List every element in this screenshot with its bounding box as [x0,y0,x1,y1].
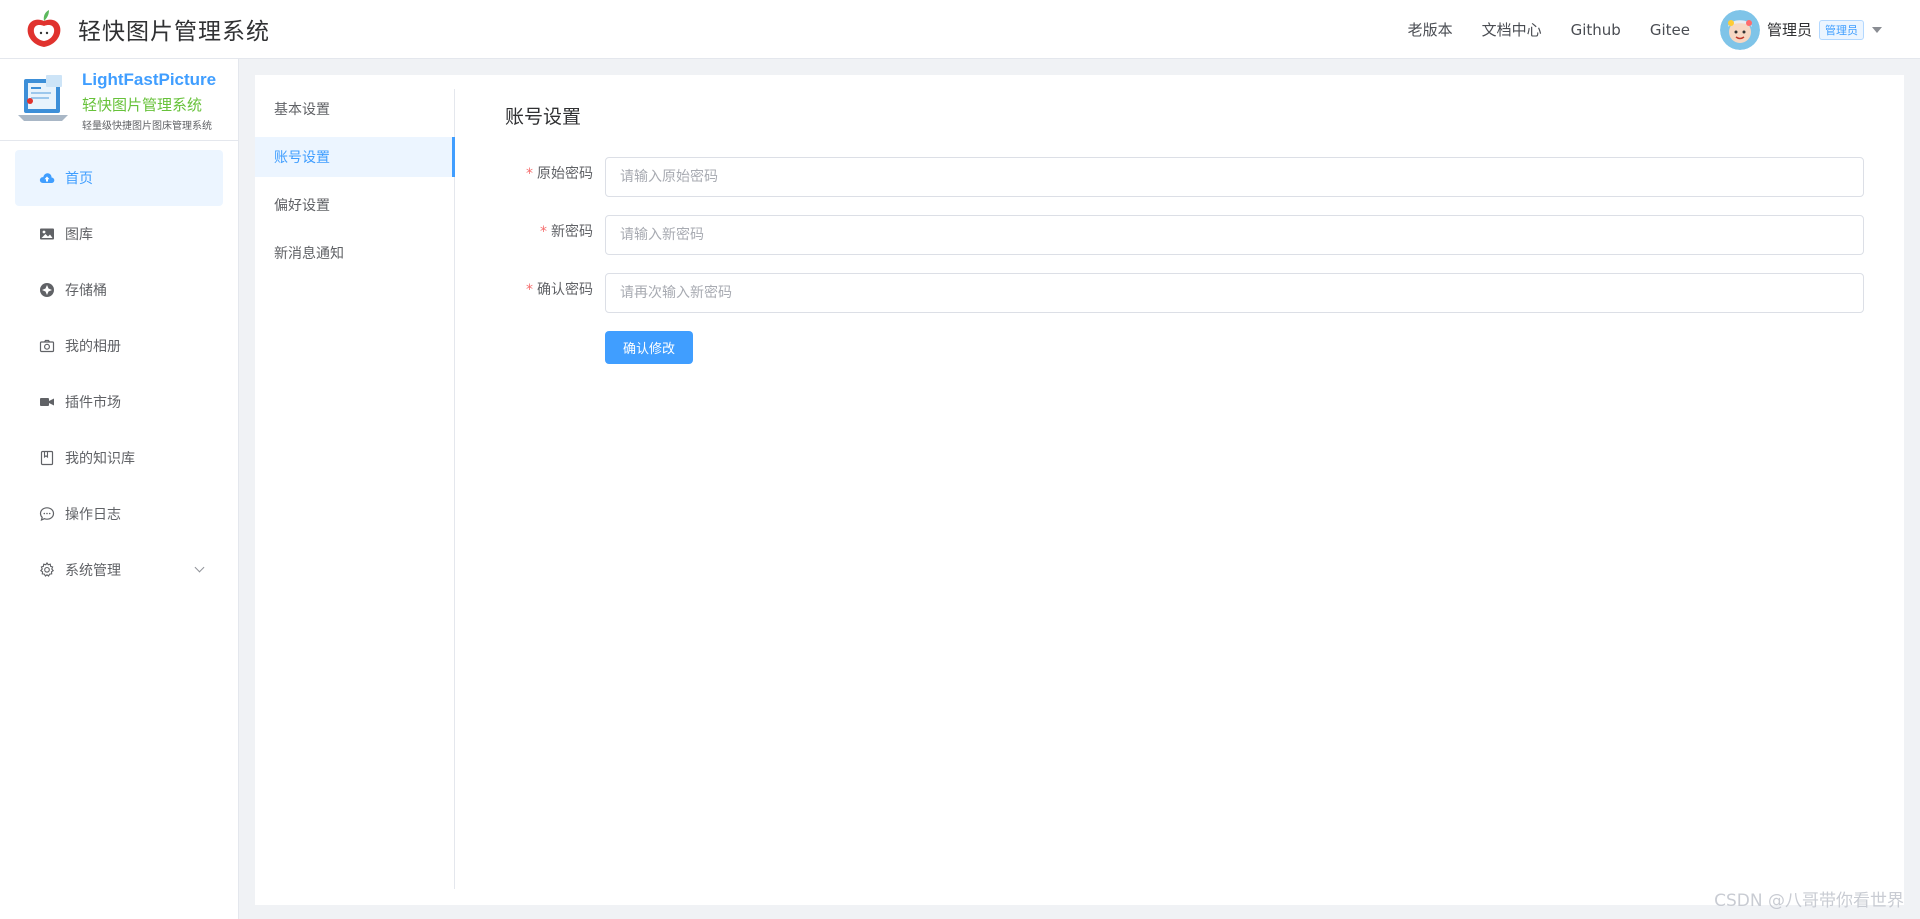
sidebar-item-system[interactable]: 系统管理 [15,542,223,598]
bucket-icon [38,282,55,299]
sidebar-item-album[interactable]: 我的相册 [15,318,223,374]
field-label: 新密码 [551,224,593,240]
tab-preference-settings[interactable]: 偏好设置 [255,185,454,225]
sidebar-item-label: 插件市场 [65,395,121,411]
watermark: CSDN @八哥带你看世界 [1714,891,1904,911]
avatar[interactable] [1719,9,1760,50]
sidebar-item-label: 首页 [65,171,93,187]
required-mark: * [526,166,533,182]
new-password-label: * 新密码 [540,215,593,257]
picture-icon [38,226,55,243]
sidebar-item-label: 系统管理 [65,563,121,579]
field-label: 确认密码 [537,282,593,298]
apple-logo-icon[interactable] [24,7,64,51]
sidebar-item-gallery[interactable]: 图库 [15,206,223,262]
brand-name-cn: 轻快图片管理系统 [82,96,203,114]
brand-tagline: 轻量级快捷图片图床管理系统 [82,121,212,132]
form-row-new-password: * 新密码 [455,215,1904,257]
nav-link-docs[interactable]: 文档中心 [1482,19,1542,40]
sidebar-item-knowledge[interactable]: 我的知识库 [15,430,223,486]
sidebar-item-logs[interactable]: 操作日志 [15,486,223,542]
page-title: 账号设置 [505,106,582,128]
caret-down-icon[interactable] [1872,26,1882,33]
form-row-old-password: * 原始密码 [455,157,1904,199]
tab-account-settings[interactable]: 账号设置 [255,137,455,177]
brand: LightFastPicture 轻快图片管理系统 轻量级快捷图片图床管理系统 [0,59,238,141]
plugin-icon [38,394,55,411]
account-settings-panel: 账号设置 * 原始密码 * 新密码 * 确认密码 确认修改 [455,75,1904,905]
sidebar-item-home[interactable]: 首页 [15,150,223,206]
confirm-change-button[interactable]: 确认修改 [605,331,693,364]
app-title: 轻快图片管理系统 [78,19,270,45]
user-name[interactable]: 管理员 [1767,19,1812,40]
field-label: 原始密码 [537,166,593,182]
confirm-password-input[interactable] [605,273,1864,313]
sidebar-item-label: 存储桶 [65,283,107,299]
gear-icon [38,562,55,579]
notebook-icon [38,450,55,467]
new-password-input[interactable] [605,215,1864,255]
chat-icon [38,506,55,523]
role-badge: 管理员 [1819,19,1864,40]
brand-name-en: LightFastPicture [82,70,217,89]
sidebar-item-plugins[interactable]: 插件市场 [15,374,223,430]
tab-notification-settings[interactable]: 新消息通知 [255,233,454,273]
cloud-upload-icon [38,170,55,187]
sidebar-item-label: 图库 [65,227,93,243]
sidebar-item-label: 操作日志 [65,507,121,523]
camera-icon [38,338,55,355]
top-header: 轻快图片管理系统 老版本 文档中心 Github Gitee 管理员 管理员 [0,0,1920,59]
avatar-image-icon [1719,9,1760,50]
sidebar-item-label: 我的知识库 [65,451,135,467]
settings-card: 基本设置 账号设置 偏好设置 新消息通知 账号设置 * 原始密码 * 新密码 * 确认… [255,75,1904,905]
confirm-password-label: * 确认密码 [526,273,593,315]
tab-basic-settings[interactable]: 基本设置 [255,89,454,129]
sidebar-menu: 首页 图库 存储桶 我的相册 插件市场 我的知识库 操作日志 系统管理 [0,141,238,598]
chevron-down-icon[interactable] [194,562,205,573]
brand-logo-icon [18,75,68,121]
sidebar: LightFastPicture 轻快图片管理系统 轻量级快捷图片图床管理系统 … [0,59,239,919]
old-password-label: * 原始密码 [526,157,593,199]
settings-nav: 基本设置 账号设置 偏好设置 新消息通知 [255,89,455,889]
sidebar-item-label: 我的相册 [65,339,121,355]
nav-link-old-version[interactable]: 老版本 [1408,19,1453,40]
nav-link-gitee[interactable]: Gitee [1650,21,1690,39]
required-mark: * [540,224,547,240]
old-password-input[interactable] [605,157,1864,197]
nav-link-github[interactable]: Github [1571,21,1621,39]
form-row-confirm-password: * 确认密码 [455,273,1904,315]
top-nav: 老版本 文档中心 Github Gitee 管理员 管理员 [1379,0,1882,59]
sidebar-item-bucket[interactable]: 存储桶 [15,262,223,318]
required-mark: * [526,282,533,298]
